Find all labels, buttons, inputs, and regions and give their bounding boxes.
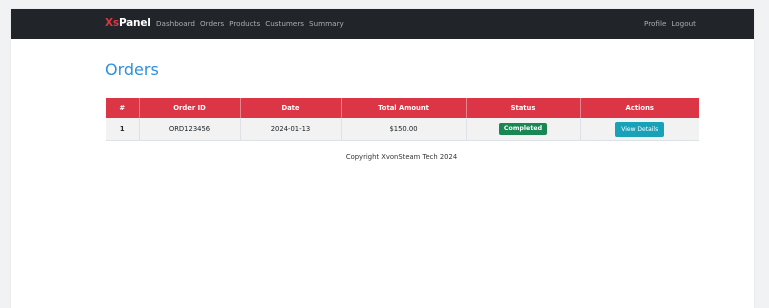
nav-right-links: Profile Logout	[639, 19, 696, 29]
status-badge: Completed	[498, 123, 548, 135]
cell-date: 2024-01-13	[240, 118, 342, 141]
cell-actions: View Details	[580, 118, 699, 141]
nav-link-logout[interactable]: Logout	[671, 19, 696, 29]
column-header-actions: Actions	[580, 98, 699, 118]
nav-link-summary[interactable]: Summary	[309, 19, 344, 29]
column-header-number: #	[106, 98, 140, 118]
table-row: 1 ORD123456 2024-01-13 $150.00 Completed…	[106, 118, 699, 141]
nav-link-profile[interactable]: Profile	[644, 19, 666, 29]
nav-link-dashboard[interactable]: Dashboard	[156, 19, 195, 29]
page-title: Orders	[105, 60, 159, 79]
footer-copyright: Copyright XvonSteam Tech 2024	[345, 153, 458, 161]
nav-link-orders[interactable]: Orders	[200, 19, 224, 29]
navbar: XsPanel Dashboard Orders Products Custum…	[11, 9, 754, 39]
view-details-button[interactable]: View Details	[615, 121, 665, 137]
nav-links: Dashboard Orders Products Custumers Summ…	[156, 19, 349, 29]
cell-status: Completed	[466, 118, 581, 141]
cell-order-id: ORD123456	[139, 118, 241, 141]
nav-link-customers[interactable]: Custumers	[265, 19, 304, 29]
cell-number: 1	[106, 118, 140, 141]
table-header-row: # Order ID Date Total Amount Status Acti…	[106, 98, 699, 118]
page-container: XsPanel Dashboard Orders Products Custum…	[11, 9, 754, 308]
brand-panel: Panel	[118, 17, 151, 29]
brand-xs: Xs	[105, 17, 119, 29]
orders-table: # Order ID Date Total Amount Status Acti…	[106, 98, 699, 141]
brand-logo[interactable]: XsPanel	[105, 17, 151, 30]
column-header-date: Date	[240, 98, 342, 118]
nav-link-products[interactable]: Products	[229, 19, 260, 29]
cell-total-amount: $150.00	[341, 118, 467, 141]
column-header-total-amount: Total Amount	[341, 98, 467, 118]
column-header-status: Status	[466, 98, 581, 118]
column-header-order-id: Order ID	[139, 98, 241, 118]
